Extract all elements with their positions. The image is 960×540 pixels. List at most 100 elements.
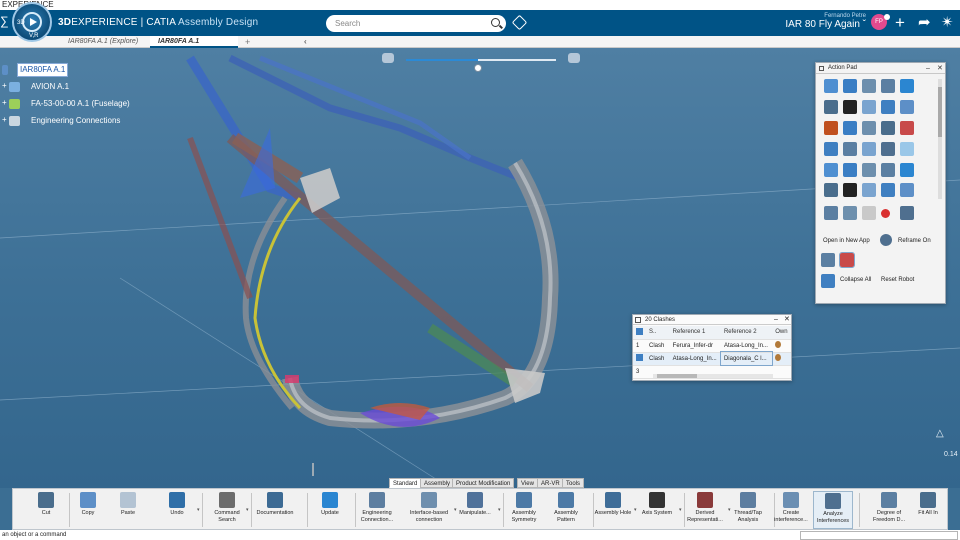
tab-tools[interactable]: Tools (562, 478, 585, 488)
command-icon[interactable] (862, 163, 876, 177)
close-icon[interactable]: ✕ (937, 63, 943, 74)
minimize-icon[interactable]: – (774, 315, 778, 325)
command-icon[interactable] (824, 121, 838, 135)
command-icon[interactable] (881, 79, 895, 93)
command-icon[interactable] (900, 121, 914, 135)
command-icon[interactable] (824, 79, 838, 93)
pin-icon[interactable] (635, 317, 641, 323)
command-icon[interactable] (881, 183, 895, 197)
tab-ar-vr[interactable]: AR-VR (537, 478, 564, 488)
column-reference-2[interactable]: Reference 2 (720, 326, 773, 340)
command-icon[interactable] (843, 163, 857, 177)
tab-standard[interactable]: Standard (389, 478, 422, 488)
command-icon[interactable] (862, 79, 876, 93)
transparency-slider[interactable] (380, 51, 580, 72)
column-owner[interactable]: Own (772, 326, 791, 340)
command-icon[interactable] (900, 79, 914, 93)
reframe-icon[interactable] (880, 234, 892, 246)
dropdown-chevron-icon[interactable]: ▾ (498, 507, 501, 513)
toolbar-undo-button[interactable]: Undo (158, 491, 196, 529)
brush-icon[interactable] (824, 206, 838, 220)
command-icon[interactable] (900, 163, 914, 177)
toolbar-assembly-hole-button[interactable]: Assembly Hole (593, 491, 633, 529)
compass-icon[interactable] (843, 206, 857, 220)
pin-icon[interactable] (819, 66, 824, 71)
filter-icon[interactable] (821, 253, 835, 267)
opaque-icon[interactable] (382, 53, 394, 63)
command-icon[interactable] (824, 142, 838, 156)
tree-node-avion[interactable]: + AVION A.1 (0, 81, 200, 93)
tag-icon[interactable] (511, 14, 528, 31)
diagonal-tube[interactable] (226, 134, 534, 392)
robot-settings-icon[interactable] (900, 206, 914, 220)
slider-track[interactable] (406, 59, 556, 72)
command-icon[interactable] (881, 142, 895, 156)
user-context[interactable]: Fernando Petre IAR 80 Fly Again ˇ (780, 13, 866, 30)
toolbar-thread-tap-analysis-button[interactable]: Thread/Tap Analysis (728, 491, 768, 529)
tree-node-fuselage[interactable]: + FA-53-00-00 A.1 (Fuselage) (0, 98, 200, 110)
tab-collapse-icon[interactable]: ‹ (304, 37, 307, 46)
command-icon[interactable] (881, 121, 895, 135)
command-icon[interactable] (843, 121, 857, 135)
record-icon[interactable] (881, 209, 890, 218)
toolbar-paste-button[interactable]: Paste (111, 491, 145, 529)
command-icon[interactable] (824, 183, 838, 197)
compass-settings-icon[interactable]: ✴ (941, 14, 954, 32)
toolbar-manipulate-button[interactable]: Manipulate... (453, 491, 497, 529)
table-row[interactable]: 1 Clash Ferura_Infer-dr Atasa-Long_In... (633, 339, 791, 353)
command-icon[interactable] (862, 183, 876, 197)
command-icon[interactable] (843, 79, 857, 93)
command-icon[interactable] (900, 142, 914, 156)
toolbar-axis-system-button[interactable]: Axis System (636, 491, 678, 529)
reset-robot-button[interactable]: Reset Robot (881, 277, 914, 283)
command-icon[interactable] (900, 183, 914, 197)
toolbar-degree-of-freedom-d-button[interactable]: Degree of Freedom D... (869, 491, 909, 529)
toolbar-assembly-symmetry-button[interactable]: Assembly Symmetry (504, 491, 544, 529)
search-icon[interactable] (491, 18, 500, 27)
toolbar-copy-button[interactable]: Copy (71, 491, 105, 529)
toolbar-analyze-interferences-button[interactable]: Analyze Interferences (813, 491, 853, 529)
clash-horizontal-scrollbar[interactable] (653, 374, 773, 378)
share-icon[interactable]: ➦ (918, 14, 931, 32)
clash-marker[interactable] (285, 375, 299, 383)
row-checkbox[interactable] (633, 352, 646, 366)
command-icon[interactable] (824, 100, 838, 114)
command-icon[interactable] (900, 100, 914, 114)
tab-product-modification[interactable]: Product Modification (452, 478, 515, 488)
expand-icon[interactable]: + (2, 82, 8, 90)
command-input[interactable] (800, 531, 958, 540)
reframe-on-button[interactable]: Reframe On (898, 238, 931, 244)
command-icon[interactable] (843, 142, 857, 156)
toolbar-fit-all-in-button[interactable]: Fit All In (910, 491, 946, 529)
search-input[interactable]: Search (326, 15, 506, 32)
scrollbar-thumb[interactable] (657, 374, 697, 378)
toolbar-command-search-button[interactable]: Command Search (209, 491, 245, 529)
toolbar-cut-button[interactable]: Cut (29, 491, 63, 529)
command-icon[interactable] (824, 163, 838, 177)
action-pad-scrollbar[interactable] (938, 79, 942, 199)
tree-node-eng-connections[interactable]: + Engineering Connections (0, 115, 200, 127)
scrollbar-thumb[interactable] (938, 87, 942, 137)
toolbar-create-interference-button[interactable]: Create interference... (769, 491, 813, 529)
compass-widget[interactable]: 3D V,R (12, 2, 52, 42)
tab-explore[interactable]: IAR80FA A.1 (Explore) (60, 36, 146, 48)
toolbar-documentation-button[interactable]: Documentation (249, 491, 301, 529)
expand-icon[interactable]: + (2, 99, 8, 107)
close-icon[interactable]: ✕ (784, 315, 790, 325)
command-icon[interactable] (862, 142, 876, 156)
expand-icon[interactable]: + (2, 116, 8, 124)
tab-assembly[interactable]: IAR80FA A.1 (150, 36, 238, 48)
add-icon[interactable]: + (895, 14, 905, 32)
slider-handle[interactable] (474, 64, 482, 72)
transparent-icon[interactable] (568, 53, 580, 63)
stop-icon[interactable] (862, 206, 876, 220)
tab-view[interactable]: View (517, 478, 538, 488)
dropdown-chevron-icon[interactable]: ▾ (679, 507, 682, 513)
command-icon[interactable] (862, 121, 876, 135)
collapse-all-icon[interactable] (821, 274, 835, 288)
command-icon[interactable] (843, 100, 857, 114)
robot-icon[interactable] (839, 252, 855, 268)
command-icon[interactable] (881, 163, 895, 177)
table-row[interactable]: Clash Atasa-Long_In... Diagonala_C l... (633, 351, 791, 366)
select-all-checkbox[interactable] (633, 326, 646, 340)
